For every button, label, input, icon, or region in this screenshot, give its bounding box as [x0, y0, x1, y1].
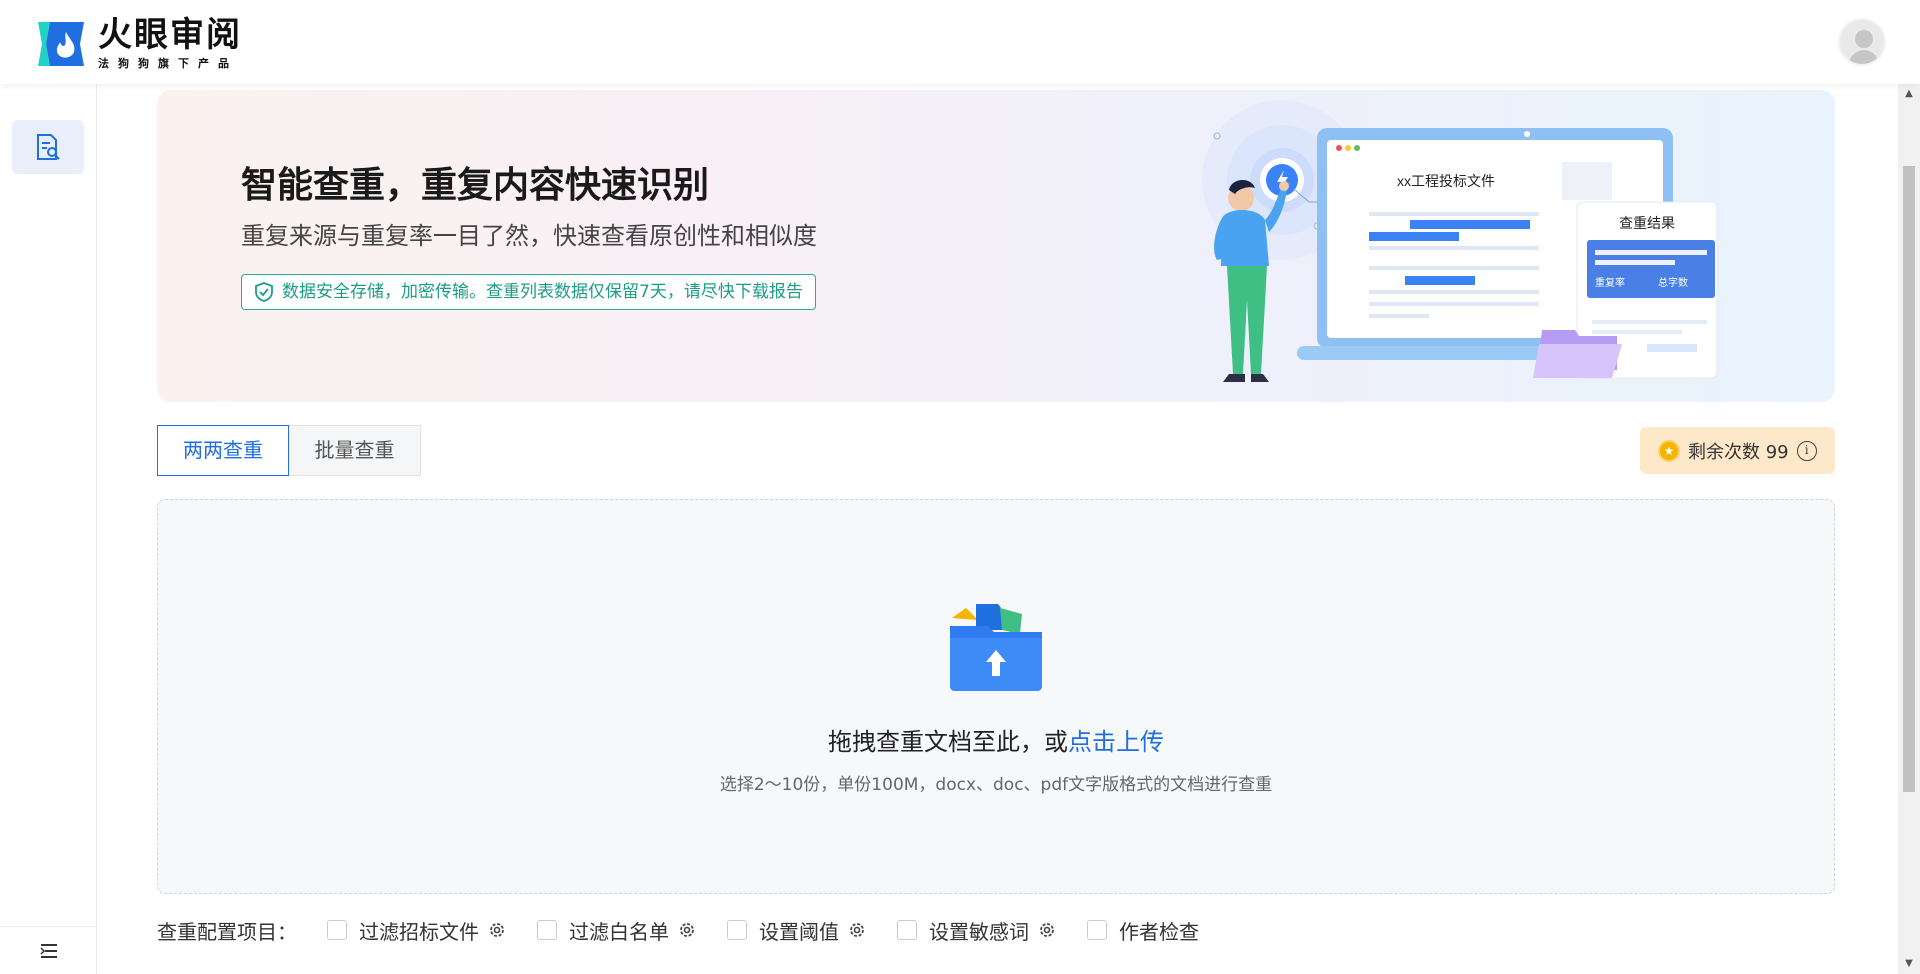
document-search-icon — [37, 134, 60, 160]
illus-result-title: 查重结果 — [1619, 215, 1675, 231]
security-notice-text: 数据安全存储，加密传输。查重列表数据仅保留7天，请尽快下载报告 — [282, 282, 803, 302]
sidebar — [0, 84, 97, 974]
illus-result-count: 总字数 — [1658, 276, 1688, 289]
option-filter-tender: 过滤招标文件 — [327, 916, 507, 945]
gear-icon[interactable] — [677, 920, 697, 940]
illus-result-rate: 重复率 — [1595, 276, 1625, 289]
scroll-up-icon[interactable]: ▲ — [1903, 88, 1915, 100]
check-config-row: 查重配置项目： 过滤招标文件 过滤白名单 设置阈值 设置敏感词 作者检查 — [157, 912, 1229, 948]
upload-instruction-text: 拖拽查重文档至此，或 — [828, 728, 1068, 756]
sidebar-item-document-check[interactable] — [12, 120, 84, 174]
illus-doc-title: xx工程投标文件 — [1397, 173, 1495, 189]
check-mode-tabs: 两两查重 批量查重 — [157, 425, 421, 476]
set-threshold-label[interactable]: 设置阈值 — [759, 916, 839, 945]
filter-tender-checkbox[interactable] — [327, 920, 347, 940]
hero-banner: 智能查重，重复内容快速识别 重复来源与重复率一目了然，快速查看原创性和相似度 数… — [157, 90, 1835, 402]
logo-title: 火眼审阅 — [98, 15, 242, 55]
tab-batch-check[interactable]: 批量查重 — [289, 425, 421, 476]
logo-icon — [36, 18, 88, 70]
author-check-label[interactable]: 作者检查 — [1119, 916, 1199, 945]
scroll-down-icon[interactable]: ▼ — [1903, 958, 1915, 970]
sensitive-words-label[interactable]: 设置敏感词 — [929, 916, 1029, 945]
vertical-scrollbar[interactable]: ▲ ▼ — [1898, 84, 1920, 974]
banner-title: 智能查重，重复内容快速识别 — [241, 165, 710, 206]
security-notice: 数据安全存储，加密传输。查重列表数据仅保留7天，请尽快下载报告 — [241, 274, 816, 310]
remaining-count-badge: ★ 剩余次数 99 i — [1640, 427, 1835, 474]
upload-folder-icon — [950, 604, 1042, 691]
filter-tender-label[interactable]: 过滤招标文件 — [359, 916, 479, 945]
logo[interactable]: 火眼审阅 法狗狗旗下产品 — [36, 16, 242, 71]
filter-whitelist-checkbox[interactable] — [537, 920, 557, 940]
option-set-threshold: 设置阈值 — [727, 916, 867, 945]
scroll-thumb[interactable] — [1903, 166, 1915, 792]
menu-collapse-button[interactable] — [0, 926, 97, 974]
option-author-check: 作者检查 — [1087, 916, 1199, 945]
author-check-checkbox[interactable] — [1087, 920, 1107, 940]
option-filter-whitelist: 过滤白名单 — [537, 916, 697, 945]
coin-icon: ★ — [1658, 439, 1680, 462]
option-sensitive-words: 设置敏感词 — [897, 916, 1057, 945]
remaining-count-text: 剩余次数 99 — [1688, 441, 1789, 463]
sensitive-words-checkbox[interactable] — [897, 920, 917, 940]
banner-subtitle: 重复来源与重复率一目了然，快速查看原创性和相似度 — [241, 222, 817, 250]
info-icon[interactable]: i — [1796, 440, 1817, 461]
upload-hint: 选择2～10份，单份100M，docx、doc、pdf文字版格式的文档进行查重 — [719, 775, 1273, 795]
config-label: 查重配置项目： — [157, 919, 297, 944]
shield-check-icon — [255, 282, 273, 302]
filter-whitelist-label[interactable]: 过滤白名单 — [569, 916, 669, 945]
click-upload-link[interactable]: 点击上传 — [1068, 728, 1164, 756]
logo-subtitle: 法狗狗旗下产品 — [98, 57, 238, 70]
set-threshold-checkbox[interactable] — [727, 920, 747, 940]
gear-icon[interactable] — [847, 920, 867, 940]
top-header: 火眼审阅 法狗狗旗下产品 — [0, 0, 1920, 84]
banner-illustration: xx工程投标文件 查重结果 重复率 总字数 — [1202, 100, 1718, 382]
gear-icon[interactable] — [487, 920, 507, 940]
menu-collapse-icon — [39, 943, 57, 958]
upload-instruction: 拖拽查重文档至此，或点击上传 — [158, 722, 1834, 757]
gear-icon[interactable] — [1037, 920, 1057, 940]
tab-pairwise-check[interactable]: 两两查重 — [157, 425, 289, 476]
user-avatar[interactable] — [1838, 18, 1886, 66]
upload-dropzone[interactable]: 拖拽查重文档至此，或点击上传 选择2～10份，单份100M，docx、doc、p… — [157, 499, 1835, 894]
